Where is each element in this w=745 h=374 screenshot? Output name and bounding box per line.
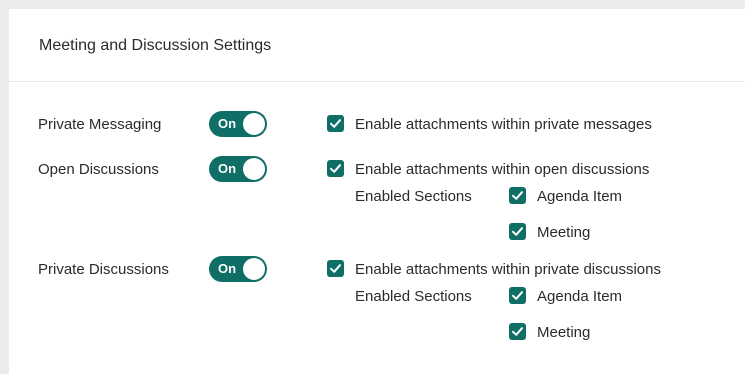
section-checkbox[interactable] — [509, 322, 526, 340]
attachments-label: Enable attachments within private messag… — [355, 116, 652, 133]
attachments-checkbox[interactable] — [327, 159, 344, 177]
section-label: Agenda Item — [537, 288, 623, 305]
check-icon — [330, 118, 341, 128]
attachments-option[interactable]: Enable attachments within open discussio… — [327, 159, 650, 179]
attachments-label: Enable attachments within private discus… — [355, 261, 661, 278]
section-label: Meeting — [537, 224, 591, 241]
toggle-state-text: On — [218, 261, 237, 276]
toggle-knob — [243, 158, 265, 180]
attachments-checkbox[interactable] — [327, 114, 344, 132]
attachments-label: Enable attachments within open discussio… — [355, 161, 650, 178]
section-option-agenda-item[interactable]: Agenda Item — [509, 186, 623, 206]
check-icon — [330, 263, 341, 273]
section-option-agenda-item[interactable]: Agenda Item — [509, 286, 623, 306]
section-option-meeting[interactable]: Meeting — [509, 222, 591, 242]
section-checkbox[interactable] — [509, 186, 526, 204]
check-icon — [512, 290, 523, 300]
check-icon — [512, 226, 523, 236]
toggle-state-text: On — [218, 116, 237, 131]
enabled-sections-label: Enabled Sections — [355, 288, 472, 305]
attachments-option[interactable]: Enable attachments within private discus… — [327, 259, 661, 279]
setting-label: Private Messaging — [38, 116, 162, 133]
check-icon — [512, 190, 523, 200]
enabled-sections-label: Enabled Sections — [355, 188, 472, 205]
panel-title: Meeting and Discussion Settings — [9, 9, 745, 82]
private-messaging-toggle[interactable]: On — [209, 111, 267, 137]
attachments-option[interactable]: Enable attachments within private messag… — [327, 114, 652, 134]
open-discussions-toggle[interactable]: On — [209, 156, 267, 182]
attachments-checkbox[interactable] — [327, 259, 344, 277]
section-option-meeting[interactable]: Meeting — [509, 322, 591, 342]
check-icon — [330, 163, 341, 173]
toggle-knob — [243, 113, 265, 135]
private-discussions-toggle[interactable]: On — [209, 256, 267, 282]
setting-label: Open Discussions — [38, 161, 159, 178]
check-icon — [512, 326, 523, 336]
toggle-knob — [243, 258, 265, 280]
section-label: Agenda Item — [537, 188, 623, 205]
toggle-state-text: On — [218, 161, 237, 176]
section-checkbox[interactable] — [509, 286, 526, 304]
setting-label: Private Discussions — [38, 261, 169, 278]
section-label: Meeting — [537, 324, 591, 341]
settings-panel: Meeting and Discussion Settings Private … — [9, 9, 745, 374]
section-checkbox[interactable] — [509, 222, 526, 240]
